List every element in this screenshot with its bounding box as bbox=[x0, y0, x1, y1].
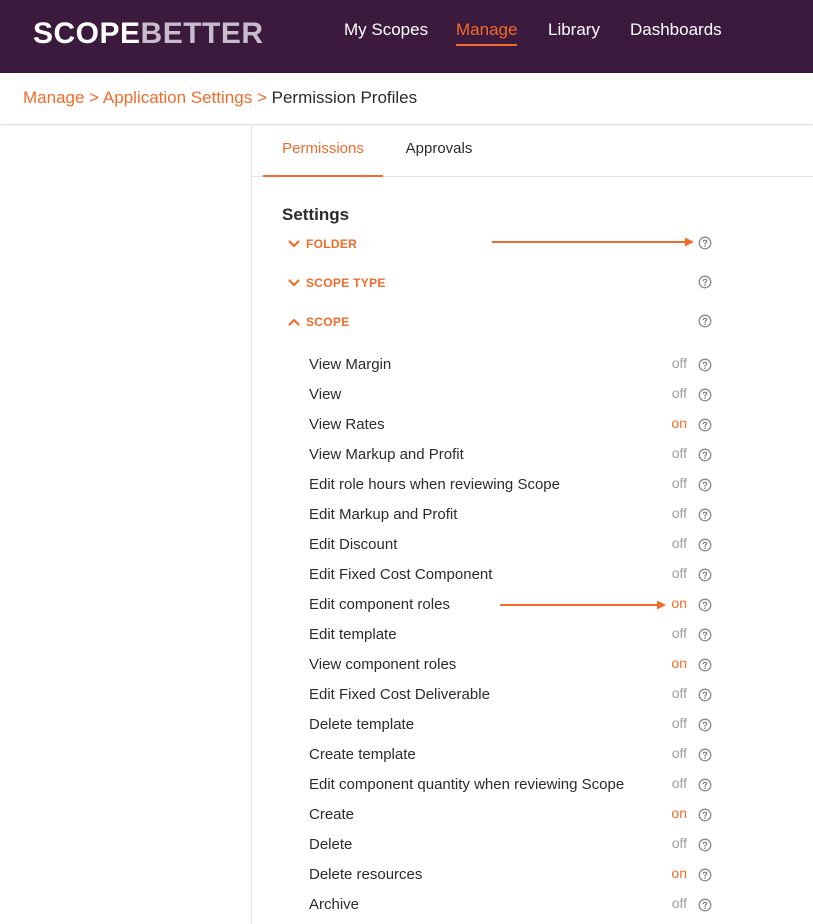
help-circle-icon[interactable] bbox=[698, 748, 712, 762]
nav-manage[interactable]: Manage bbox=[456, 20, 518, 46]
logo-text-scope: SCOPE bbox=[33, 17, 141, 50]
help-circle-icon[interactable] bbox=[698, 275, 712, 289]
permission-toggle[interactable]: off bbox=[647, 715, 687, 731]
help-circle-icon[interactable] bbox=[698, 568, 712, 582]
section-folder[interactable]: FOLDER bbox=[287, 233, 357, 255]
permissions-panel: Permissions Approvals Settings FOLDER SC… bbox=[251, 126, 813, 924]
permission-toggle[interactable]: off bbox=[647, 445, 687, 461]
permission-label: View component roles bbox=[309, 656, 457, 673]
nav-library[interactable]: Library bbox=[548, 20, 600, 46]
permission-toggle[interactable]: off bbox=[647, 385, 687, 401]
arrow-right-icon bbox=[500, 600, 666, 610]
nav-my-scopes[interactable]: My Scopes bbox=[344, 20, 428, 46]
permission-toggle[interactable]: on bbox=[647, 805, 687, 821]
section-scope[interactable]: SCOPE bbox=[287, 311, 350, 333]
help-circle-icon[interactable] bbox=[698, 358, 712, 372]
permission-label: View Margin bbox=[309, 356, 392, 373]
settings-heading: Settings bbox=[282, 205, 350, 224]
section-scope-type[interactable]: SCOPE TYPE bbox=[287, 272, 386, 294]
arrow-right-icon bbox=[492, 237, 694, 247]
permission-toggle[interactable]: off bbox=[647, 775, 687, 791]
permission-toggle[interactable]: off bbox=[647, 835, 687, 851]
help-circle-icon[interactable] bbox=[698, 236, 712, 250]
help-circle-icon[interactable] bbox=[698, 838, 712, 852]
breadcrumb-separator: > bbox=[256, 88, 267, 107]
breadcrumb: Manage > Application Settings > Permissi… bbox=[23, 88, 417, 108]
breadcrumb-bar: Manage > Application Settings > Permissi… bbox=[0, 73, 813, 125]
permission-toggle[interactable]: off bbox=[647, 355, 687, 371]
permission-label: Edit Discount bbox=[309, 536, 398, 553]
permission-label: Delete template bbox=[309, 716, 415, 733]
permission-label: Delete bbox=[309, 836, 353, 853]
breadcrumb-separator: > bbox=[89, 88, 100, 107]
permission-label: Edit Fixed Cost Component bbox=[309, 566, 493, 583]
permission-label: View bbox=[309, 386, 342, 403]
help-circle-icon[interactable] bbox=[698, 718, 712, 732]
help-circle-icon[interactable] bbox=[698, 628, 712, 642]
help-circle-icon[interactable] bbox=[698, 538, 712, 552]
help-circle-icon[interactable] bbox=[698, 508, 712, 522]
permission-toggle[interactable]: off bbox=[647, 535, 687, 551]
help-circle-icon[interactable] bbox=[698, 868, 712, 882]
tab-bar: Permissions Approvals bbox=[252, 126, 813, 177]
help-circle-icon[interactable] bbox=[698, 448, 712, 462]
help-circle-icon[interactable] bbox=[698, 688, 712, 702]
breadcrumb-application-settings[interactable]: Application Settings bbox=[103, 88, 252, 107]
left-pane bbox=[0, 126, 251, 924]
help-circle-icon[interactable] bbox=[698, 898, 712, 912]
permission-label: Edit component roles bbox=[309, 596, 450, 613]
permission-toggle[interactable]: on bbox=[647, 415, 687, 431]
permission-label: Create template bbox=[309, 746, 416, 763]
permission-label: Edit component quantity when reviewing S… bbox=[309, 776, 625, 793]
chevron-up-icon bbox=[288, 318, 300, 326]
help-circle-icon[interactable] bbox=[698, 418, 712, 432]
section-scope-label: SCOPE bbox=[306, 315, 350, 329]
tab-permissions[interactable]: Permissions bbox=[263, 126, 383, 177]
help-circle-icon[interactable] bbox=[698, 658, 712, 672]
breadcrumb-current-page: Permission Profiles bbox=[271, 88, 418, 107]
permission-label: Edit Markup and Profit bbox=[309, 506, 458, 523]
section-scope-type-label: SCOPE TYPE bbox=[306, 276, 386, 290]
permission-toggle[interactable]: on bbox=[647, 655, 687, 671]
permission-label: Edit role hours when reviewing Scope bbox=[309, 476, 560, 493]
logo-text-better: BETTER bbox=[140, 17, 264, 50]
help-circle-icon[interactable] bbox=[698, 314, 712, 328]
help-circle-icon[interactable] bbox=[698, 598, 712, 612]
top-navigation-bar: SCOPE BETTER My Scopes Manage Library Das… bbox=[0, 0, 813, 73]
permission-label: Archive bbox=[309, 896, 360, 913]
permission-toggle[interactable]: off bbox=[647, 685, 687, 701]
logo[interactable]: SCOPE BETTER bbox=[33, 16, 264, 52]
permission-toggle[interactable]: off bbox=[647, 475, 687, 491]
chevron-down-icon bbox=[288, 279, 300, 287]
permission-toggle[interactable]: off bbox=[647, 745, 687, 761]
permission-toggle[interactable]: off bbox=[647, 625, 687, 641]
chevron-down-icon bbox=[288, 240, 300, 248]
permission-label: Edit Fixed Cost Deliverable bbox=[309, 686, 490, 703]
permission-toggle[interactable]: off bbox=[647, 505, 687, 521]
help-circle-icon[interactable] bbox=[698, 478, 712, 492]
permission-toggle[interactable]: off bbox=[647, 895, 687, 911]
permission-label: Edit template bbox=[309, 626, 397, 643]
permission-label: View Rates bbox=[309, 416, 385, 433]
section-folder-label: FOLDER bbox=[306, 237, 358, 251]
help-circle-icon[interactable] bbox=[698, 388, 712, 402]
permission-label: Delete resources bbox=[309, 866, 423, 883]
help-circle-icon[interactable] bbox=[698, 808, 712, 822]
permission-toggle[interactable]: off bbox=[647, 565, 687, 581]
permission-label: View Markup and Profit bbox=[309, 446, 464, 463]
breadcrumb-manage[interactable]: Manage bbox=[23, 88, 84, 107]
permission-label: Create bbox=[309, 806, 355, 823]
help-circle-icon[interactable] bbox=[698, 778, 712, 792]
tab-approvals[interactable]: Approvals bbox=[383, 126, 495, 177]
permission-toggle[interactable]: on bbox=[647, 865, 687, 881]
nav-dashboards[interactable]: Dashboards bbox=[630, 20, 722, 46]
